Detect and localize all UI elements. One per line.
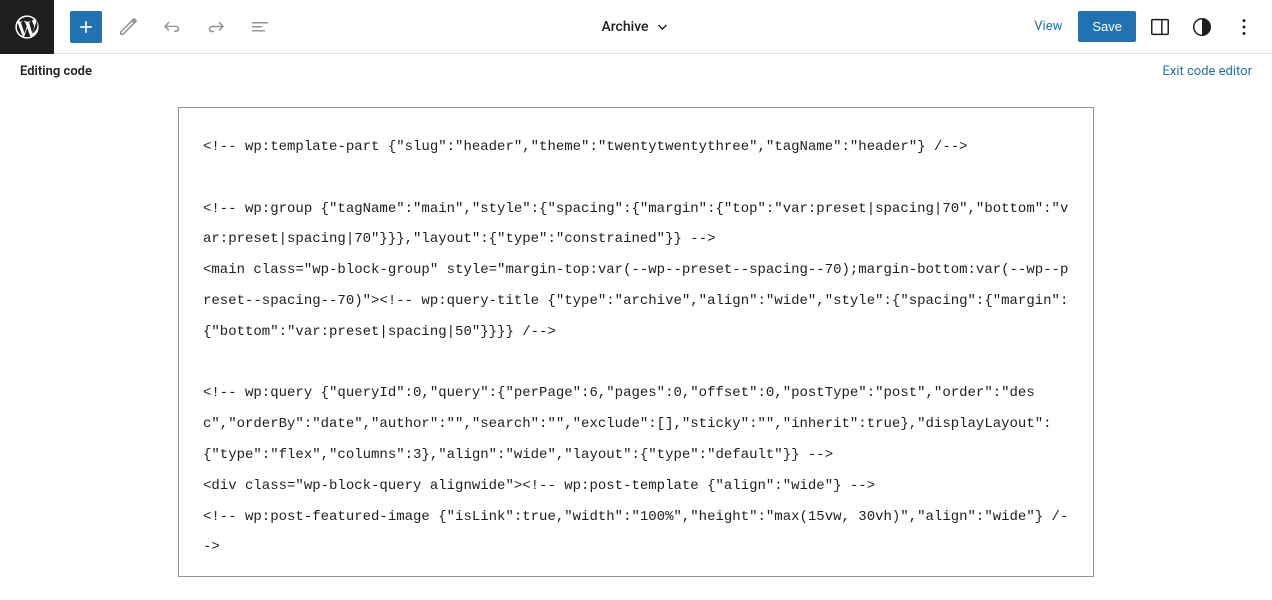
redo-icon: [204, 15, 228, 39]
edit-tool-button[interactable]: [110, 9, 146, 45]
pencil-icon: [116, 15, 140, 39]
wordpress-logo[interactable]: [0, 0, 54, 54]
undo-icon: [160, 15, 184, 39]
wordpress-icon: [13, 13, 41, 41]
redo-button[interactable]: [198, 9, 234, 45]
plus-icon: [76, 17, 96, 37]
kebab-icon: [1233, 16, 1255, 38]
list-icon: [248, 15, 272, 39]
view-link[interactable]: View: [1024, 11, 1072, 42]
undo-button[interactable]: [154, 9, 190, 45]
template-title-dropdown[interactable]: Archive: [601, 19, 670, 35]
list-view-button[interactable]: [242, 9, 278, 45]
contrast-icon: [1191, 16, 1213, 38]
template-title: Archive: [601, 19, 648, 35]
mode-bar: Editing code Exit code editor: [0, 54, 1272, 89]
toolbar-left: [54, 9, 278, 45]
top-toolbar: Archive View Save: [0, 0, 1272, 54]
styles-button[interactable]: [1184, 9, 1220, 45]
chevron-down-icon: [655, 19, 671, 35]
exit-code-editor-link[interactable]: Exit code editor: [1163, 64, 1252, 79]
add-block-button[interactable]: [70, 11, 102, 43]
more-options-button[interactable]: [1226, 9, 1262, 45]
code-editor-textarea[interactable]: [178, 107, 1094, 577]
editing-mode-label: Editing code: [20, 64, 92, 79]
sidebar-toggle-button[interactable]: [1142, 9, 1178, 45]
save-button[interactable]: Save: [1078, 11, 1136, 42]
code-editor-wrap: [0, 89, 1272, 577]
toolbar-right: View Save: [1024, 9, 1272, 45]
sidebar-icon: [1149, 16, 1171, 38]
